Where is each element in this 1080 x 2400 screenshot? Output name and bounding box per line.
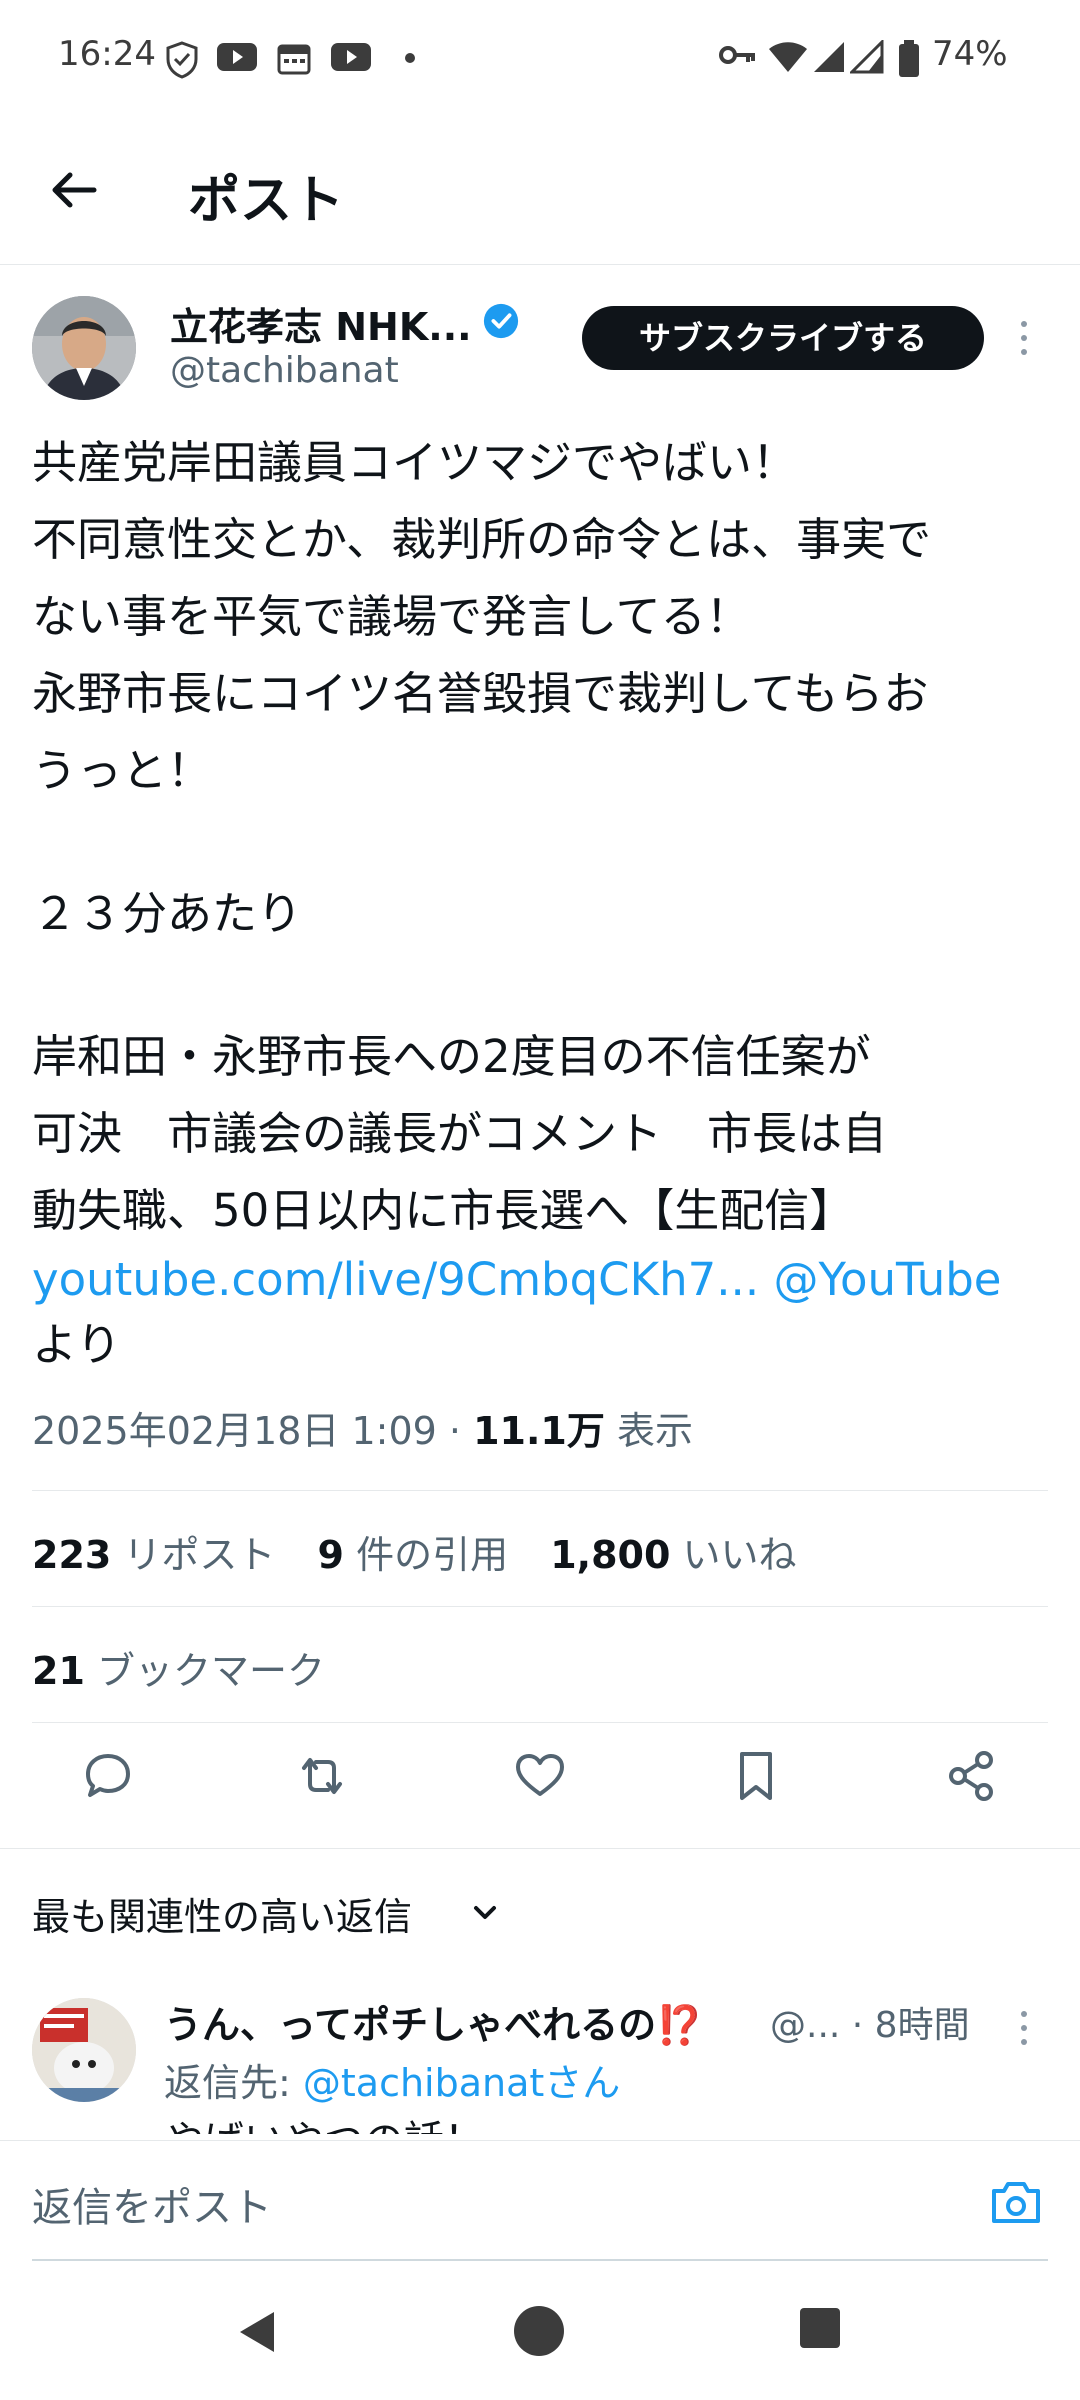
- post-text-line: ない事を平気で議場で発言してる！: [32, 590, 751, 643]
- chevron-down-icon[interactable]: [468, 1896, 502, 1930]
- bookmarks-stat[interactable]: 21 ブックマーク: [32, 1640, 325, 1695]
- divider: [32, 1722, 1048, 1723]
- author-handle[interactable]: @tachibanat: [170, 350, 399, 391]
- repost-icon[interactable]: [294, 1748, 350, 1804]
- reply-avatar[interactable]: [32, 1998, 136, 2102]
- dot-icon: [405, 53, 415, 63]
- reply-author-handle-time: @... · 8時間: [770, 2005, 970, 2046]
- reply-composer: 返信をポスト: [0, 2140, 1080, 2261]
- status-bar: 16:24 74%: [0, 0, 1080, 118]
- avatar-photo: [32, 296, 136, 400]
- youtube-link[interactable]: youtube.com/live/9CmbqCKh7...: [32, 1253, 759, 1306]
- views-label: 表示: [616, 1409, 693, 1453]
- signal-icon: [850, 40, 884, 74]
- key-icon: [719, 46, 755, 64]
- meta-separator: ·: [448, 1409, 462, 1453]
- battery-percent: 74%: [932, 34, 1008, 74]
- news-title-line: 岸和田・永野市長への2度目の不信任案が: [32, 1030, 871, 1083]
- like-heart-icon[interactable]: [512, 1748, 568, 1804]
- status-time: 16:24: [58, 34, 156, 74]
- system-nav-bar: [0, 2264, 1080, 2400]
- post-text-line: 永野市長にコイツ名誉毀損で裁判してもらお: [32, 667, 929, 720]
- share-icon[interactable]: [944, 1748, 1000, 1804]
- wifi-icon: [769, 42, 807, 72]
- section-divider: [0, 1848, 1080, 1849]
- verified-badge-icon: [483, 303, 519, 339]
- post-text-line: うっと！: [32, 744, 213, 797]
- reposts-stat[interactable]: 223 リポスト: [32, 1533, 275, 1577]
- reply-input[interactable]: 返信をポスト: [32, 2175, 272, 2233]
- camera-icon[interactable]: [988, 2177, 1044, 2227]
- composer-underline: [32, 2259, 1048, 2261]
- page-title: ポスト: [188, 171, 345, 231]
- subscribe-button[interactable]: サブスクライブする: [582, 306, 984, 370]
- youtube-icon: [331, 43, 371, 71]
- youtube-mention-link[interactable]: @YouTube: [773, 1253, 1001, 1306]
- calendar-icon: [277, 44, 311, 75]
- nav-home-icon[interactable]: [514, 2306, 564, 2356]
- more-options-icon[interactable]: [1014, 318, 1034, 358]
- back-arrow-icon[interactable]: [44, 160, 104, 220]
- battery-icon: [899, 40, 919, 77]
- divider: [32, 1490, 1048, 1491]
- nav-back-icon[interactable]: [234, 2308, 280, 2356]
- views-count: 11.1万: [473, 1409, 605, 1453]
- reply-to-user-link[interactable]: @tachibanatさん: [303, 2061, 620, 2105]
- post-text-line: 共産党岸田議員コイツマジでやばい！: [32, 436, 798, 489]
- signal-icon: [814, 42, 844, 72]
- post-date: 2025年02月18日 1:09: [32, 1409, 437, 1453]
- post-text-line: 不同意性交とか、裁判所の命令とは、事実で: [32, 513, 932, 566]
- reply-sort-dropdown[interactable]: 最も関連性の高い返信: [32, 1886, 412, 1941]
- news-title-line: 可決 市議会の議長がコメント 市長は自: [32, 1107, 888, 1160]
- reply-text: やばいやつの話！: [164, 2108, 484, 2134]
- post-text: 共産党岸田議員コイツマジでやばい！ 不同意性交とか、裁判所の命令とは、事実で な…: [32, 424, 1042, 1379]
- reply-icon[interactable]: [80, 1748, 136, 1804]
- shield-icon: [166, 41, 198, 79]
- reply-author-name[interactable]: うん、ってポチしゃべれるの⁉️: [164, 1994, 703, 2049]
- author-avatar[interactable]: [32, 296, 136, 400]
- time-mark-text: ２３分あたり: [32, 887, 303, 940]
- quotes-stat[interactable]: 9 件の引用: [318, 1533, 509, 1577]
- reply-avatar-image: [32, 1998, 136, 2102]
- more-options-icon[interactable]: [1014, 2008, 1034, 2048]
- post-meta: 2025年02月18日 1:09 · 11.1万 表示: [32, 1400, 693, 1455]
- post-action-bar: [0, 1748, 1080, 1818]
- top-app-bar: ポスト: [0, 118, 1080, 265]
- author-name[interactable]: 立花孝志 NHK...: [170, 296, 472, 351]
- nav-recents-icon[interactable]: [800, 2308, 840, 2348]
- engagement-stats: 223 リポスト 9 件の引用 1,800 いいね: [32, 1524, 797, 1579]
- bookmark-icon[interactable]: [728, 1748, 784, 1804]
- news-title-line: 動失職、50日以内に市長選へ【生配信】: [32, 1184, 855, 1237]
- divider: [32, 1606, 1048, 1607]
- reply-to-line: 返信先: @tachibanatさん: [164, 2061, 621, 2105]
- link-suffix: より: [32, 1318, 122, 1371]
- youtube-icon: [217, 43, 257, 71]
- likes-stat[interactable]: 1,800 いいね: [550, 1533, 796, 1577]
